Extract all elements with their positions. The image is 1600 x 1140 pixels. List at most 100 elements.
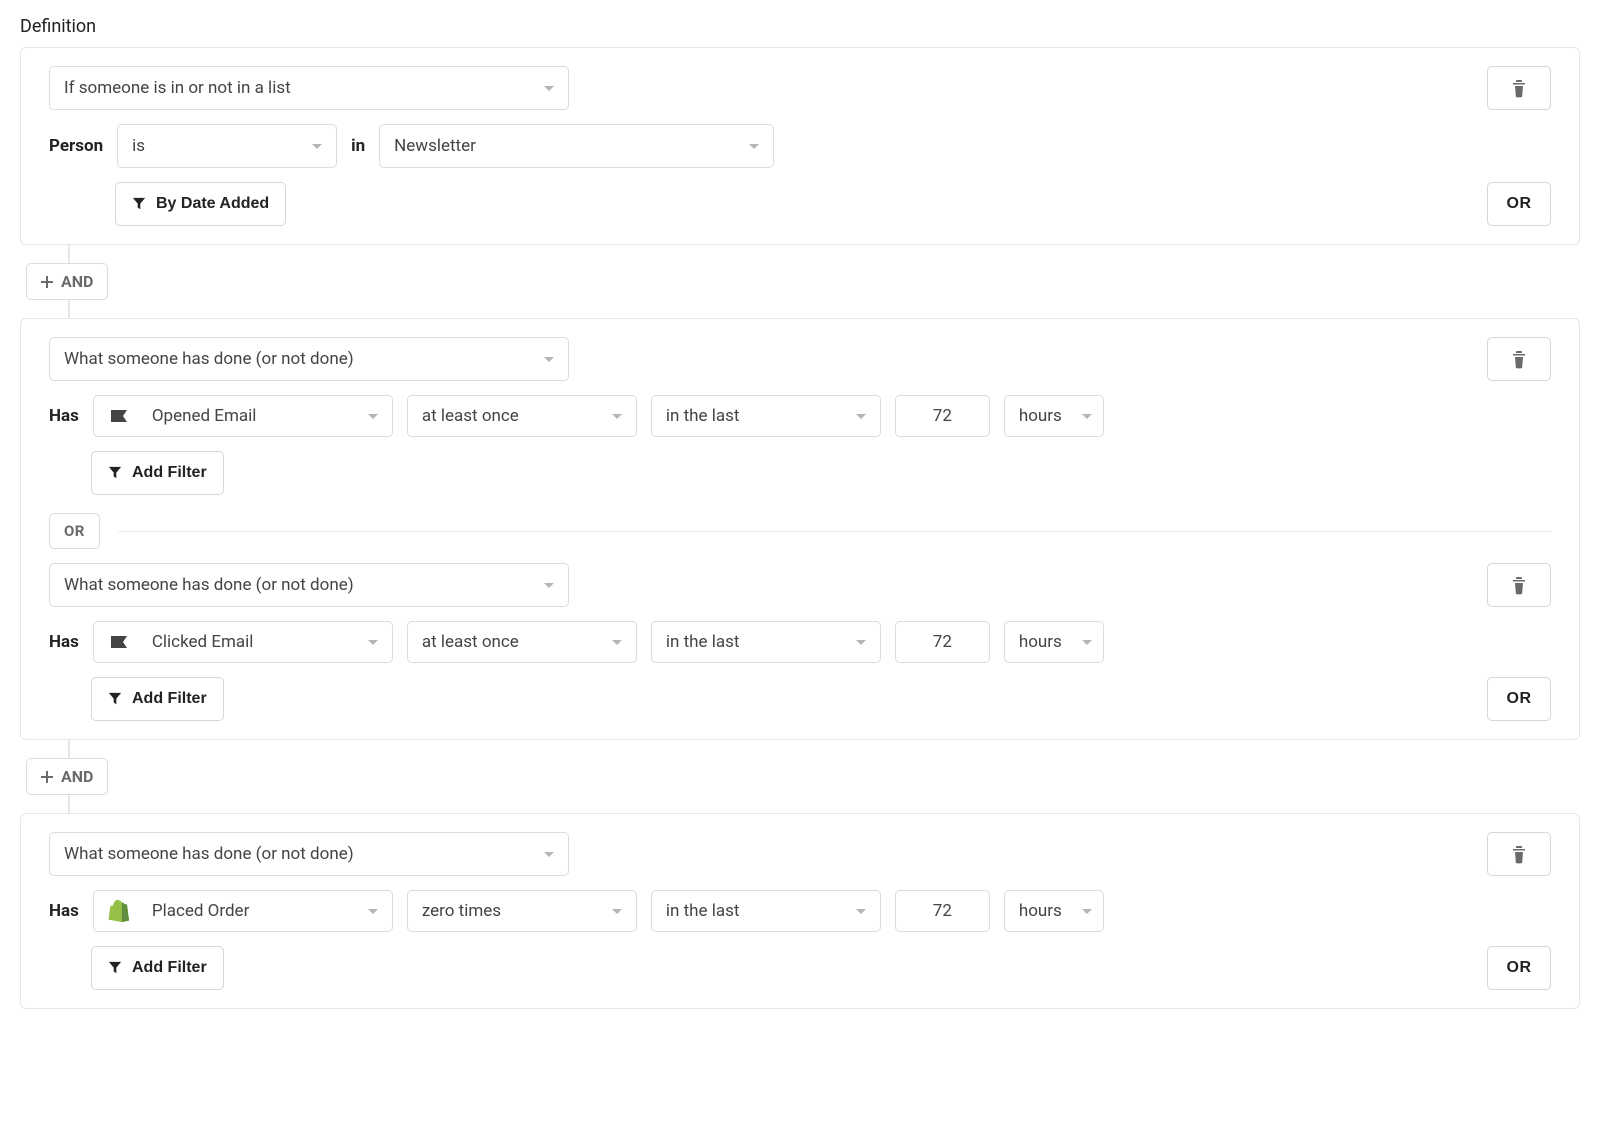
chevron-down-icon [856,414,866,419]
flag-icon [108,408,130,424]
unit-select[interactable]: hours [1004,395,1104,437]
condition-type-label: What someone has done (or not done) [64,575,354,595]
funnel-icon [108,466,122,480]
count-label: at least once [422,406,519,426]
operator-label: is [132,136,145,156]
condition-group-2: What someone has done (or not done) Has … [20,318,1580,740]
connector-line [68,795,70,813]
or-button[interactable]: OR [1487,182,1551,226]
count-select[interactable]: at least once [407,621,637,663]
connector-line [68,300,70,318]
list-select[interactable]: Newsletter [379,124,774,168]
value-input[interactable]: 72 [895,621,990,663]
or-button[interactable]: OR [1487,677,1551,721]
chevron-down-icon [544,852,554,857]
range-label: in the last [666,406,740,426]
event-select[interactable]: Clicked Email [93,621,393,663]
by-date-added-label: By Date Added [156,195,269,213]
chevron-down-icon [368,414,378,419]
or-button[interactable]: OR [1487,946,1551,990]
count-select[interactable]: at least once [407,395,637,437]
and-label: AND [61,272,93,291]
funnel-icon [108,692,122,706]
add-filter-button[interactable]: Add Filter [91,451,224,495]
and-label: AND [61,767,93,786]
chevron-down-icon [612,909,622,914]
in-label: in [351,136,365,156]
range-select[interactable]: in the last [651,890,881,932]
chevron-down-icon [749,144,759,149]
chevron-down-icon [544,357,554,362]
value-label: 72 [933,901,952,921]
or-label: OR [1507,195,1532,213]
value-input[interactable]: 72 [895,395,990,437]
connector-line [68,245,70,263]
shopify-icon [108,899,130,923]
unit-label: hours [1019,632,1062,652]
chevron-down-icon [312,144,322,149]
condition-type-label: What someone has done (or not done) [64,844,354,864]
chevron-down-icon [1082,640,1092,645]
add-filter-button[interactable]: Add Filter [91,677,224,721]
value-label: 72 [933,406,952,426]
unit-label: hours [1019,406,1062,426]
event-select[interactable]: Placed Order [93,890,393,932]
event-label: Placed Order [152,901,249,921]
chevron-down-icon [1082,414,1092,419]
trash-icon [1510,349,1528,369]
funnel-icon [132,197,146,211]
and-button[interactable]: AND [26,263,108,300]
by-date-added-button[interactable]: By Date Added [115,182,286,226]
condition-type-select[interactable]: If someone is in or not in a list [49,66,569,110]
has-label: Has [49,406,79,426]
divider-line [118,531,1551,532]
plus-icon [41,276,53,288]
plus-icon [41,771,53,783]
condition-group-3: What someone has done (or not done) Has … [20,813,1580,1009]
condition-group-1: If someone is in or not in a list Person… [20,47,1580,245]
chevron-down-icon [368,909,378,914]
section-heading: Definition [20,16,1580,37]
person-label: Person [49,136,103,156]
list-label: Newsletter [394,136,476,156]
event-label: Clicked Email [152,632,254,652]
event-select[interactable]: Opened Email [93,395,393,437]
funnel-icon [108,961,122,975]
operator-select[interactable]: is [117,124,337,168]
count-select[interactable]: zero times [407,890,637,932]
unit-label: hours [1019,901,1062,921]
add-filter-button[interactable]: Add Filter [91,946,224,990]
trash-icon [1510,844,1528,864]
or-label: OR [1507,690,1532,708]
condition-type-select[interactable]: What someone has done (or not done) [49,832,569,876]
and-button[interactable]: AND [26,758,108,795]
range-label: in the last [666,901,740,921]
has-label: Has [49,901,79,921]
delete-button[interactable] [1487,563,1551,607]
range-label: in the last [666,632,740,652]
has-label: Has [49,632,79,652]
flag-icon [108,634,130,650]
condition-type-select[interactable]: What someone has done (or not done) [49,563,569,607]
chevron-down-icon [368,640,378,645]
value-input[interactable]: 72 [895,890,990,932]
delete-button[interactable] [1487,832,1551,876]
chevron-down-icon [544,583,554,588]
add-filter-label: Add Filter [132,959,207,977]
connector-line [68,740,70,758]
chevron-down-icon [1082,909,1092,914]
delete-button[interactable] [1487,66,1551,110]
condition-type-label: What someone has done (or not done) [64,349,354,369]
chevron-down-icon [612,414,622,419]
unit-select[interactable]: hours [1004,621,1104,663]
unit-select[interactable]: hours [1004,890,1104,932]
add-filter-label: Add Filter [132,690,207,708]
range-select[interactable]: in the last [651,621,881,663]
or-separator: OR [49,513,100,549]
range-select[interactable]: in the last [651,395,881,437]
or-label: OR [1507,959,1532,977]
count-label: at least once [422,632,519,652]
add-filter-label: Add Filter [132,464,207,482]
condition-type-select[interactable]: What someone has done (or not done) [49,337,569,381]
delete-button[interactable] [1487,337,1551,381]
